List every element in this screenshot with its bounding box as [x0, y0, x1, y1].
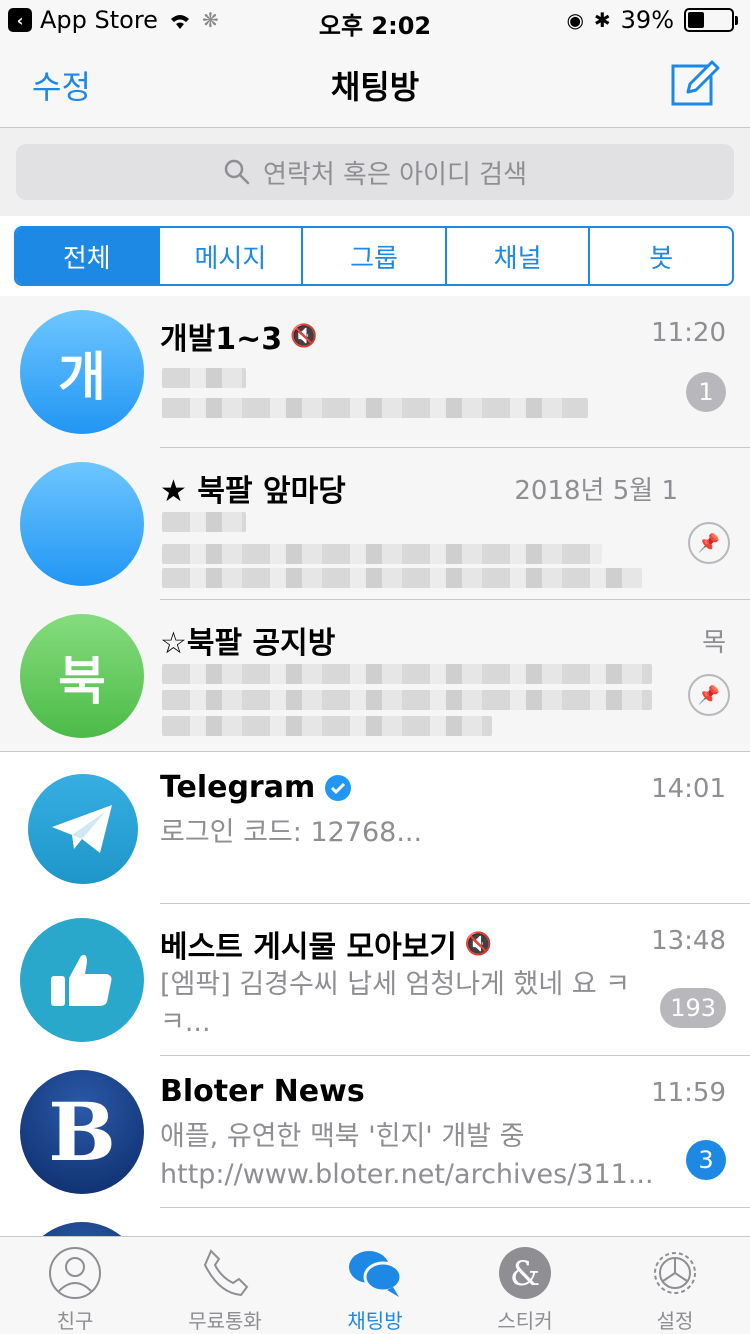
search-placeholder: 연락처 혹은 아이디 검색: [263, 159, 527, 190]
bloter-logo-icon: B: [20, 1070, 144, 1194]
pin-icon: 📌: [688, 522, 730, 564]
paper-plane-icon: [52, 805, 112, 853]
chat-row-bookpal-notice[interactable]: 북 ☆북팔 공지방 목 📌: [0, 600, 750, 752]
search-area: 연락처 혹은 아이디 검색: [0, 128, 750, 216]
tab-chats[interactable]: 채팅방: [300, 1237, 450, 1334]
chat-preview: 로그인 코드: 12768...: [160, 817, 423, 848]
chat-row-bloter[interactable]: B Bloter News 11:59 애플, 유연한 맥북 '힌지' 개발 중…: [0, 1056, 750, 1208]
chat-name: ★ 북팔 앞마당: [160, 474, 346, 509]
chat-bubbles-icon: [349, 1251, 403, 1297]
tab-free-call[interactable]: 무료통화: [150, 1237, 300, 1334]
blurred-preview: [162, 398, 588, 418]
avatar: 개: [20, 310, 144, 434]
pin-icon: 📌: [688, 674, 730, 716]
blurred-sender: [162, 368, 246, 388]
sticker-icon: &: [499, 1247, 551, 1299]
blurred-preview: [162, 544, 602, 564]
chat-name: 베스트 게시물 모아보기 🔇: [160, 930, 493, 965]
navigation-bar: 수정 채팅방: [0, 40, 750, 128]
chat-preview: 애플, 유연한 맥북 '힌지' 개발 중 http://www.bloter.n…: [160, 1121, 654, 1190]
tab-friends[interactable]: 친구: [0, 1237, 150, 1334]
segment-bots[interactable]: 봇: [588, 228, 732, 284]
unread-badge: 193: [660, 988, 726, 1028]
person-icon: [49, 1247, 101, 1299]
unread-badge: 1: [686, 372, 726, 412]
tab-settings[interactable]: 설정: [600, 1237, 750, 1334]
chat-time: 11:20: [651, 318, 726, 348]
chat-time: 14:01: [651, 774, 726, 804]
chat-time: 2018년 5월 1: [514, 476, 678, 506]
battery-percent: 39%: [620, 6, 674, 34]
filter-segment-area: 전체 메시지 그룹 채널 봇: [0, 216, 750, 296]
chat-name: 개발1~3 🔇: [160, 322, 318, 357]
status-bar: ‹ App Store ❋ 오후 2:02 ◉ ✱ 39%: [0, 0, 750, 40]
muted-speaker-icon: 🔇: [464, 931, 493, 957]
chat-row-bookpal-yard[interactable]: ★ 북팔 앞마당 2018년 5월 1 📌: [0, 448, 750, 600]
blurred-preview-3: [162, 716, 492, 736]
search-icon: [224, 159, 250, 185]
chat-row-partial[interactable]: [0, 1208, 750, 1236]
verified-badge-icon: [325, 774, 352, 801]
avatar: [20, 1222, 144, 1236]
filter-segmented-control: 전체 메시지 그룹 채널 봇: [14, 226, 734, 286]
chat-name: Bloter News: [160, 1074, 365, 1109]
gear-icon: [654, 1252, 696, 1294]
chat-row-telegram[interactable]: Telegram 14:01 로그인 코드: 12768...: [0, 752, 750, 904]
blurred-preview: [162, 664, 652, 684]
battery-icon: [684, 8, 738, 32]
segment-messages[interactable]: 메시지: [157, 228, 302, 284]
page-title: 채팅방: [330, 68, 420, 106]
segment-groups[interactable]: 그룹: [301, 228, 445, 284]
blurred-preview-2: [162, 568, 642, 588]
segment-channels[interactable]: 채널: [444, 228, 589, 284]
chat-name: Telegram: [160, 770, 353, 805]
thumbs-up-icon: [20, 918, 144, 1042]
chat-time: 11:59: [651, 1078, 726, 1108]
compose-icon[interactable]: [670, 58, 720, 108]
search-input[interactable]: 연락처 혹은 아이디 검색: [16, 144, 734, 200]
avatar: [20, 462, 144, 586]
segment-all[interactable]: 전체: [16, 228, 158, 284]
unread-badge: 3: [686, 1140, 726, 1180]
chat-row-best-posts[interactable]: 베스트 게시물 모아보기 🔇 13:48 [엠팍] 김경수씨 납세 엄청나게 했…: [0, 904, 750, 1056]
chat-time: 13:48: [651, 926, 726, 956]
blurred-preview-2: [162, 690, 652, 710]
tab-bar: 친구 무료통화 채팅방 & 스티커 설정: [0, 1236, 750, 1334]
bluetooth-icon: ✱: [593, 8, 611, 32]
blurred-sender: [162, 512, 246, 532]
chat-preview: [엠팍] 김경수씨 납세 엄청나게 했네 요 ㅋㅋ...: [160, 969, 631, 1038]
chat-row-dev[interactable]: 개 개발1~3 🔇 11:20 1: [0, 296, 750, 448]
avatar: 북: [20, 614, 144, 738]
chat-time: 목: [702, 628, 726, 658]
tab-stickers[interactable]: & 스티커: [450, 1237, 600, 1334]
svg-text:&: &: [510, 1254, 540, 1294]
muted-speaker-icon: 🔇: [290, 323, 318, 349]
chat-list: 개 개발1~3 🔇 11:20 1 ★ 북팔 앞마당 2018년 5월 1 📌 …: [0, 296, 750, 1236]
phone-icon: [203, 1249, 249, 1297]
telegram-logo-icon: [28, 774, 138, 884]
rotation-lock-icon: ◉: [566, 8, 584, 32]
chat-name: ☆북팔 공지방: [160, 626, 336, 661]
